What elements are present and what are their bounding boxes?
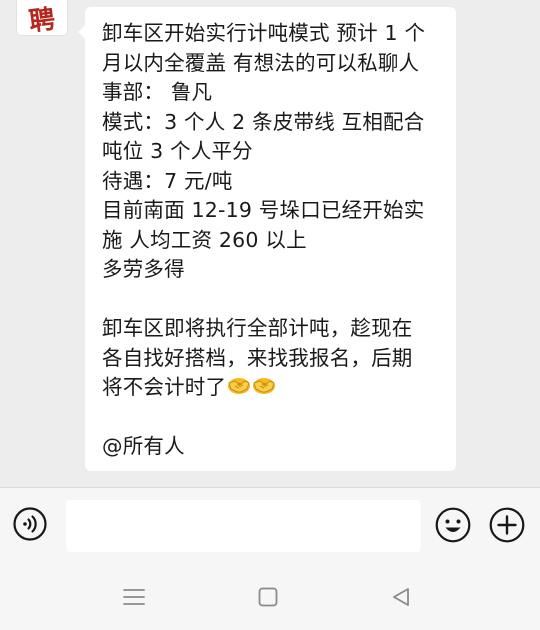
message-line-mention: @所有人 <box>102 434 185 458</box>
message-line: 事部： 鲁凡 <box>102 80 213 104</box>
message-line: 各自找好搭档，来找我报名，后期 <box>102 345 413 370</box>
menu-icon[interactable] <box>122 586 146 608</box>
system-nav-bar <box>0 564 540 630</box>
message-line: 吨位 3 个人平分 <box>102 139 253 163</box>
message-line-text: 将不会计时了 <box>102 375 227 399</box>
handshake-icon <box>227 375 251 406</box>
message-bubble[interactable]: 卸车区开始实行计吨模式 预计 1 个 月以内全覆盖 有想法的可以私聊人 事部： … <box>78 7 456 471</box>
back-triangle-icon[interactable] <box>389 586 413 608</box>
message-line: 施 人均工资 260 以上 <box>102 227 307 252</box>
message-line: 月以内全覆盖 有想法的可以私聊人 <box>102 50 420 75</box>
message-line: 模式：3 个人 2 条皮带线 互相配合 <box>102 109 425 134</box>
avatar-text: 聘 <box>27 4 57 36</box>
message-line: 待遇：7 元/吨 <box>102 168 233 193</box>
emoji-smile-icon[interactable] <box>435 507 471 543</box>
message-line: 多劳多得 <box>102 257 185 281</box>
message-line: 目前南面 12-19 号垛口已经开始实 <box>102 198 425 222</box>
handshake-icon <box>252 375 276 406</box>
chat-area: 聘 卸车区开始实行计吨模式 预计 1 个 月以内全覆盖 有想法的可以私聊人 事部… <box>0 0 540 487</box>
message-line: 卸车区即将执行全部计吨，趁现在 <box>102 316 413 340</box>
home-square-icon[interactable] <box>257 586 279 608</box>
message-line-with-emoji: 将不会计时了 <box>102 373 450 403</box>
message-line: 卸车区开始实行计吨模式 预计 1 个 <box>102 21 426 45</box>
message-input[interactable] <box>66 500 421 552</box>
plus-circle-icon[interactable] <box>489 507 525 543</box>
input-bar <box>0 487 540 564</box>
avatar[interactable]: 聘 <box>16 0 68 36</box>
voice-icon[interactable] <box>13 507 47 541</box>
